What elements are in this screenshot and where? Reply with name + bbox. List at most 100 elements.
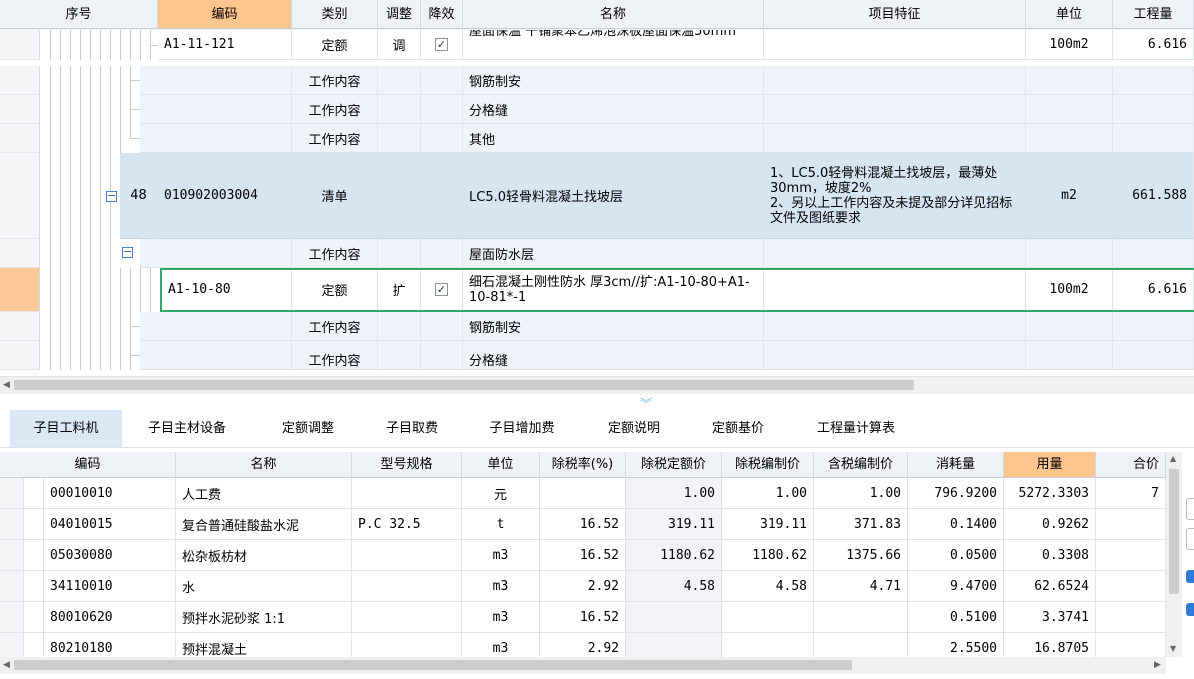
row-code[interactable]: A1-11-121 (158, 30, 292, 60)
cell-tax-rate[interactable]: 2.92 (540, 633, 626, 657)
col-header-taxed-price[interactable]: 含税编制价 (814, 452, 908, 478)
row-gutter[interactable] (0, 509, 24, 540)
row-gutter[interactable] (0, 341, 40, 370)
row-feature[interactable] (764, 95, 1026, 124)
row-feature[interactable] (764, 341, 1026, 370)
row-feature[interactable] (764, 124, 1026, 153)
scroll-up-icon[interactable]: ▲ (1170, 454, 1176, 463)
cell-code[interactable]: 05030080 (44, 540, 176, 571)
collapse-icon[interactable]: − (122, 246, 133, 258)
table-row[interactable]: 工作内容 分格缝 (0, 341, 1194, 370)
row-feature[interactable] (764, 30, 1026, 60)
tab-quota-base-price[interactable]: 定额基价 (696, 410, 780, 447)
side-checkbox[interactable] (1186, 570, 1194, 583)
cell-code[interactable]: 34110010 (44, 571, 176, 602)
reduce-checkbox[interactable]: ✓ (435, 38, 448, 51)
row-gutter[interactable] (0, 268, 40, 312)
row-gutter[interactable] (0, 153, 40, 239)
table-row[interactable]: 04010015 复合普通硅酸盐水泥 P.C 32.5 t 16.52 319.11 319… (0, 509, 1166, 540)
cell-spec[interactable] (352, 633, 462, 657)
panel-splitter[interactable]: ︾ (0, 393, 1194, 411)
tab-main-material[interactable]: 子目主材设备 (136, 410, 238, 447)
row-name[interactable]: 屋面防水层 (463, 239, 764, 268)
cell-spec[interactable]: P.C 32.5 (352, 509, 462, 540)
cell-name[interactable]: 水 (176, 571, 352, 602)
table-row[interactable]: − 工作内容 屋面防水层 (0, 239, 1194, 268)
table-row-selected[interactable]: A1-10-80 定额 扩 ✓ 细石混凝土刚性防水 厚3cm//扩:A1-10-… (0, 268, 1194, 312)
cell-code[interactable]: 80010620 (44, 602, 176, 633)
cell-spec[interactable] (352, 602, 462, 633)
cell-consumption[interactable]: 2.5500 (908, 633, 1004, 657)
col-header-no[interactable]: 序号 (0, 0, 158, 29)
table-row[interactable]: 工作内容 其他 (0, 124, 1194, 153)
cell-code[interactable]: 04010015 (44, 509, 176, 540)
col-header-reduce[interactable]: 降效 (421, 0, 463, 29)
row-name[interactable]: 细石混凝土刚性防水 厚3cm//扩:A1-10-80+A1-10-81*-1 (463, 268, 764, 312)
table-row[interactable]: 工作内容 钢筋制安 (0, 312, 1194, 341)
cell-compiled-price[interactable] (722, 633, 814, 657)
row-name[interactable]: 分格缝 (463, 95, 764, 124)
row-gutter[interactable] (0, 124, 40, 153)
col-header-code[interactable]: 编码 (158, 0, 292, 29)
row-feature[interactable] (764, 66, 1026, 95)
row-name[interactable]: 屋面保温 干铺聚苯乙烯泡沫板屋面保温50mm (463, 30, 764, 60)
cell-spec[interactable] (352, 571, 462, 602)
cell-tax-rate[interactable] (540, 478, 626, 509)
col-header-qty[interactable]: 工程量 (1113, 0, 1194, 29)
cell-compiled-price[interactable]: 1180.62 (722, 540, 814, 571)
col-header-name[interactable]: 名称 (463, 0, 764, 29)
cell-tax-rate[interactable]: 2.92 (540, 571, 626, 602)
cell-code[interactable]: 00010010 (44, 478, 176, 509)
cell-name[interactable]: 松杂板枋材 (176, 540, 352, 571)
cell-tax-rate[interactable]: 16.52 (540, 509, 626, 540)
tab-quota-adjust[interactable]: 定额调整 (266, 410, 350, 447)
row-gutter[interactable] (0, 66, 40, 95)
row-gutter[interactable] (0, 540, 24, 571)
scrollbar-thumb[interactable] (14, 380, 914, 390)
cell-spec[interactable] (352, 478, 462, 509)
row-code[interactable]: 010902003004 (158, 153, 292, 239)
cell-tax-rate[interactable]: 16.52 (540, 602, 626, 633)
row-name[interactable]: 钢筋制安 (463, 66, 764, 95)
side-panel-control[interactable] (1186, 528, 1194, 550)
row-feature[interactable]: 1、LC5.0轻骨料混凝土找坡层，最薄处30mm，坡度2% 2、另以上工作内容及… (764, 153, 1026, 239)
tab-fee[interactable]: 子目取费 (372, 410, 452, 447)
row-name[interactable]: 其他 (463, 124, 764, 153)
row-gutter[interactable] (0, 633, 24, 657)
side-checkbox[interactable] (1186, 603, 1194, 616)
scroll-right-icon[interactable]: ▶ (1154, 660, 1161, 670)
table-row[interactable]: A1-11-121 定额 调 ✓ 屋面保温 干铺聚苯乙烯泡沫板屋面保温50mm … (0, 30, 1194, 60)
row-code[interactable] (140, 95, 292, 124)
tab-extra-fee[interactable]: 子目增加费 (474, 410, 570, 447)
scroll-left-icon[interactable]: ◀ (3, 660, 10, 670)
col-header-unit[interactable]: 单位 (462, 452, 540, 478)
col-header-unit[interactable]: 单位 (1026, 0, 1113, 29)
cell-compiled-price[interactable]: 1.00 (722, 478, 814, 509)
table-row[interactable]: 80210180 预拌混凝土 m3 2.92 2.5500 16.8705 (0, 633, 1166, 657)
cell-tax-rate[interactable]: 16.52 (540, 540, 626, 571)
col-header-feature[interactable]: 项目特征 (764, 0, 1026, 29)
row-name[interactable]: LC5.0轻骨料混凝土找坡层 (463, 153, 764, 239)
row-name[interactable]: 分格缝 (463, 341, 764, 370)
scroll-down-icon[interactable]: ▼ (1170, 644, 1176, 653)
row-code[interactable] (140, 312, 292, 341)
col-header-total[interactable]: 合价 (1096, 452, 1166, 478)
side-panel-control[interactable] (1186, 498, 1194, 520)
collapse-icon[interactable]: − (106, 190, 117, 202)
tab-labor-material[interactable]: 子目工料机 (10, 410, 122, 447)
cell-compiled-price[interactable]: 319.11 (722, 509, 814, 540)
col-header-tax-rate[interactable]: 除税率(%) (540, 452, 626, 478)
scrollbar-thumb[interactable] (14, 660, 852, 670)
tab-quantity-calc[interactable]: 工程量计算表 (800, 410, 912, 447)
bottom-horizontal-scrollbar[interactable]: ◀ ▶ (0, 657, 1166, 674)
col-header-name[interactable]: 名称 (176, 452, 352, 478)
table-row[interactable]: 工作内容 钢筋制安 (0, 66, 1194, 95)
cell-name[interactable]: 预拌混凝土 (176, 633, 352, 657)
cell-consumption[interactable]: 0.0500 (908, 540, 1004, 571)
row-gutter[interactable] (0, 312, 40, 341)
row-code[interactable] (140, 239, 292, 268)
cell-code[interactable]: 80210180 (44, 633, 176, 657)
cell-consumption[interactable]: 796.9200 (908, 478, 1004, 509)
row-feature[interactable] (764, 239, 1026, 268)
scrollbar-thumb[interactable] (1169, 469, 1179, 594)
